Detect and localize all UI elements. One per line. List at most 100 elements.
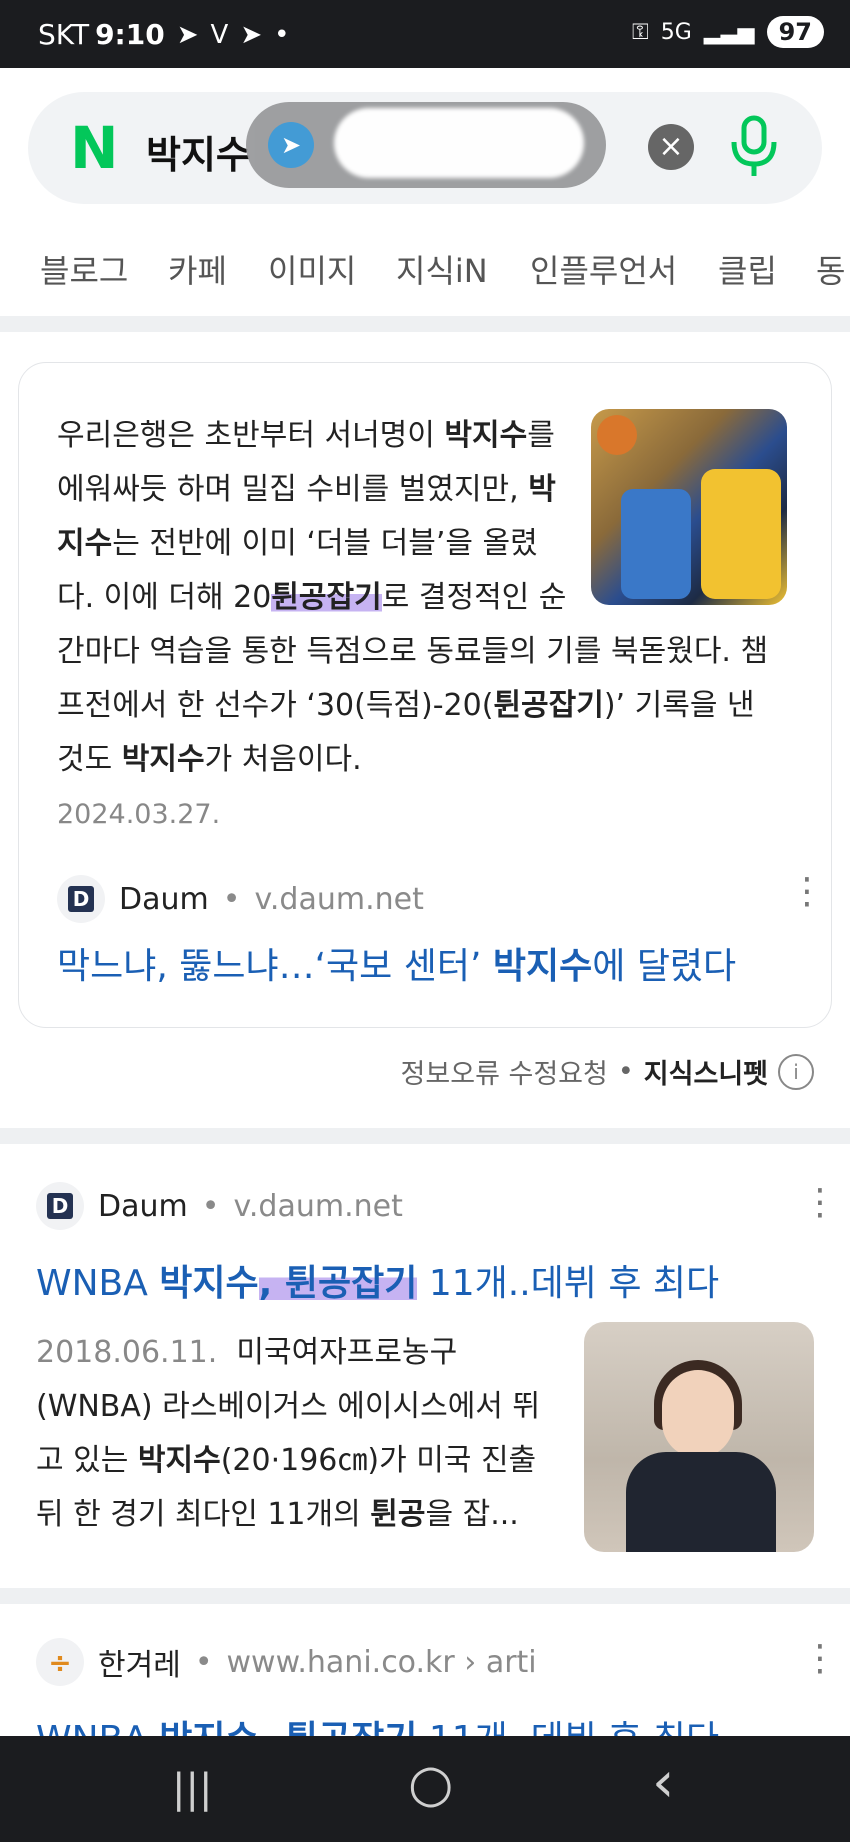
carrier-label: SKT [38,18,90,51]
title-bold: 튄공잡기 [285,1719,417,1736]
player-blue-shape [621,489,691,599]
system-navigation-bar: ||| ○ ‹ [0,1736,850,1842]
clock: 9:10 [95,18,165,51]
title-highlight: 튄공잡기 [284,1263,418,1304]
snippet-text: 우리은행은 초반부터 서너명이 박지수를 에워싸듯 하며 밀집 수비를 벌였지만… [57,409,787,787]
key-icon: ⚿ [632,19,649,45]
snippet-bold-part: 박지수 [121,742,205,777]
snippet-bold-part: 튄공잡기 [493,688,604,723]
dot-icon: • [274,19,290,50]
tab-clip[interactable]: 클립 [718,246,777,292]
snippet-feedback: 정보오류 수정요청 • 지식스니펫 i [401,1052,814,1091]
telegram-icon: ➤ [268,122,314,168]
status-right: ⚿ 5G ▂▃▅ 97 [632,16,824,48]
search-query[interactable]: 박지수 [146,124,251,179]
title-part: WNBA [36,1719,159,1736]
search-tabs: 블로그 카페 이미지 지식iN 인플루언서 클립 동 [0,240,850,300]
title-part: 에 달렸다 [592,946,737,987]
recent-apps-icon[interactable]: ||| [172,1766,212,1812]
title-part: 11개..데뷔 후 최다 [417,1719,719,1736]
knowledge-snippet-card: 우리은행은 초반부터 서너명이 박지수를 에워싸듯 하며 밀집 수비를 벌였지만… [18,362,832,1028]
source-url-sep: • [222,881,241,917]
status-bar: SKT 9:10 ➤ V ➤ • ⚿ 5G ▂▃▅ 97 [0,0,850,68]
back-icon[interactable]: ‹ [652,1750,674,1815]
result-date: 2018.06.11. [36,1335,218,1370]
telegram-notification[interactable]: ➤ [246,102,606,188]
section-divider [0,1588,850,1604]
section-divider [0,1128,850,1144]
tab-knowledge-in[interactable]: 지식iN [396,246,488,292]
source-url: v.daum.net [233,1188,403,1224]
status-left: SKT 9:10 ➤ V ➤ • [38,18,289,51]
tab-video[interactable]: 동 [816,246,845,292]
telegram-icon: ➤ [176,19,199,50]
snippet-title-link[interactable]: 막느냐, 뚫느냐…‘국보 센터’ 박지수에 달렸다 [57,937,736,989]
info-icon[interactable]: i [778,1053,814,1090]
more-options-icon[interactable]: ⋮ [802,1641,826,1677]
clear-search-button[interactable]: × [648,124,694,170]
body-bold: 튄공 [370,1497,426,1532]
naver-logo[interactable]: N [70,119,122,177]
result-description: 2018.06.11. 미국여자프로농구(WNBA) 라스베이거스 에이시스에서… [36,1326,546,1542]
player-yellow-shape [701,469,781,599]
daum-logo: D [36,1182,84,1230]
daum-d-icon: D [68,886,94,912]
result-thumbnail[interactable] [584,1322,814,1552]
hani-logo: ÷ [36,1638,84,1686]
source-url-sep: • [201,1188,220,1224]
daum-d-icon: D [47,1193,73,1219]
more-options-icon[interactable]: ⋮ [802,1185,838,1221]
signal-icon: ▂▃▅ [703,19,755,45]
microphone-icon[interactable] [728,114,780,178]
body-bold: 박지수 [137,1443,221,1478]
snippet-highlight-part: 튄공잡기 [271,580,382,615]
title-bold: 박지수 [159,1719,258,1736]
knowledge-snippet-brand: 지식스니펫 [643,1059,768,1090]
source-url: www.hani.co.kr › arti [226,1644,537,1680]
title-highlight: , [258,1263,285,1304]
snippet-image[interactable] [591,409,787,605]
redacted-area [334,108,584,178]
feedback-separator: • [617,1056,634,1087]
search-bar[interactable]: N 박지수 ➤ × [28,92,822,204]
battery-indicator: 97 [766,16,824,48]
search-result: ÷ 한겨레 • www.hani.co.kr › arti ⋮ WNBA 박지수… [36,1638,826,1736]
tab-cafe[interactable]: 카페 [168,246,227,292]
search-result: D Daum • v.daum.net ⋮ WNBA 박지수, 튄공잡기 11개… [36,1182,838,1554]
snippet-bold-part: 박지수 [444,418,528,453]
home-icon[interactable]: ○ [408,1754,453,1814]
title-bold: 박지수 [159,1263,259,1304]
report-error-link[interactable]: 정보오류 수정요청 [401,1052,608,1091]
title-part: 11개..데뷔 후 최다 [417,1263,720,1304]
snippet-text-part: 가 처음이다. [204,742,362,777]
body-part: 을 잡... [425,1497,519,1532]
source-url: v.daum.net [254,881,424,917]
tab-influencer[interactable]: 인플루언서 [530,246,677,292]
telegram-icon: ➤ [240,19,263,50]
source-name: Daum [98,1188,188,1224]
title-bold: , [259,1719,285,1736]
result-source[interactable]: D Daum • v.daum.net [36,1182,403,1230]
title-bold: 박지수 [492,946,593,987]
basketball-shape [597,415,637,455]
network-label: 5G [660,19,692,45]
result-title-link[interactable]: WNBA 박지수, 튄공잡기 11개..데뷔 후 최다 [36,1254,719,1306]
more-options-icon[interactable]: ⋮ [789,874,825,910]
snippet-date: 2024.03.27. [57,799,221,830]
result-source[interactable]: ÷ 한겨레 • www.hani.co.kr › arti [36,1638,537,1686]
daum-logo: D [57,875,105,923]
snippet-text-part: 우리은행은 초반부터 서너명이 [57,418,445,453]
tab-images[interactable]: 이미지 [268,246,356,292]
title-part: 막느냐, 뚫느냐…‘국보 센터’ [57,946,493,987]
v-icon: V [210,19,229,50]
snippet-source[interactable]: D Daum • v.daum.net [57,875,424,923]
shirt-shape [626,1452,776,1552]
tab-blog[interactable]: 블로그 [40,246,128,292]
source-url-sep: • [194,1644,213,1680]
section-divider [0,316,850,332]
face-shape [662,1370,734,1458]
source-name: 한겨레 [98,1648,181,1683]
result-title-link[interactable]: WNBA 박지수, 튄공잡기 11개..데뷔 후 최다 [36,1710,719,1736]
source-name: Daum [119,881,209,917]
title-part: WNBA [36,1263,160,1304]
